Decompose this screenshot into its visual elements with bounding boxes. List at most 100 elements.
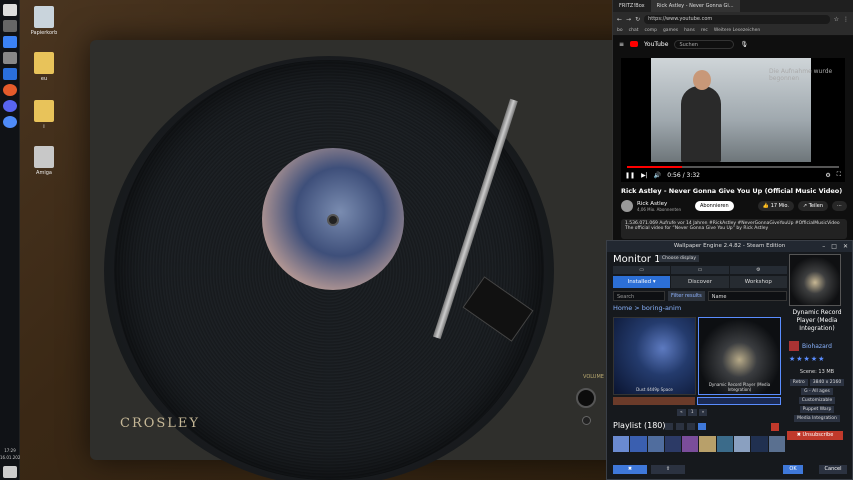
sort-dropdown[interactable]: Name	[707, 291, 787, 301]
search-input[interactable]: Search	[613, 291, 665, 301]
display-mode-icon[interactable]: ▭	[613, 266, 671, 274]
desktop-icon-folder-i[interactable]: i	[24, 100, 64, 130]
bookmark-item[interactable]: bo	[617, 28, 623, 33]
settings-icon[interactable]: ⚙	[729, 266, 787, 274]
cancel-button[interactable]: Cancel	[819, 465, 847, 474]
playlist-thumb[interactable]	[613, 436, 630, 452]
discord-icon[interactable]	[3, 100, 17, 112]
desktop-icon-recycle-bin[interactable]: Papierkorb	[24, 6, 64, 36]
video-player[interactable]: Die Aufnahme wurde begonnen ❚❚ ▶| 🔊 0:56…	[621, 58, 845, 182]
bookmark-item[interactable]: rec	[701, 28, 708, 33]
search-icon[interactable]	[3, 20, 17, 32]
add-icon[interactable]	[698, 423, 706, 430]
youtube-logo-icon[interactable]	[630, 41, 639, 47]
trash-icon[interactable]	[771, 423, 779, 431]
folder-icon[interactable]	[665, 423, 673, 430]
back-icon[interactable]: ←	[617, 16, 622, 23]
tab-youtube[interactable]: Rick Astley - Never Gonna Gi...	[650, 0, 740, 12]
firefox-icon[interactable]	[3, 84, 17, 96]
author-avatar[interactable]	[789, 341, 799, 351]
hamburger-icon[interactable]: ≡	[619, 41, 624, 48]
close-icon[interactable]: ✕	[843, 241, 848, 252]
tag[interactable]: Customizable	[798, 397, 836, 404]
playlist-thumb[interactable]	[630, 436, 647, 452]
browser-icon[interactable]	[3, 116, 17, 128]
youtube-logo-text[interactable]: YouTube	[644, 41, 668, 48]
wallpaper-preview	[789, 254, 841, 306]
channel-avatar[interactable]	[621, 200, 633, 212]
page-next[interactable]: »	[698, 409, 708, 416]
more-button[interactable]: ⋯	[832, 201, 847, 211]
video-progress-bar[interactable]	[627, 166, 839, 168]
notification-icon[interactable]	[3, 466, 17, 478]
workshop-icon[interactable]: ✖	[613, 465, 647, 474]
minimize-icon[interactable]: –	[822, 241, 825, 252]
bookmark-item[interactable]: hans	[684, 28, 695, 33]
settings-icon[interactable]: ⚙	[825, 172, 830, 179]
playlist-thumb[interactable]	[751, 436, 768, 452]
breadcrumb[interactable]: Home > boring-anim	[613, 304, 681, 312]
tag[interactable]: 3840 x 2160	[809, 379, 845, 386]
monitor-icon[interactable]: ▭	[671, 266, 729, 274]
files-icon[interactable]	[3, 36, 17, 48]
like-button[interactable]: 👍 17 Mio.	[757, 201, 794, 211]
subscribe-button[interactable]: Abonnieren	[695, 201, 734, 211]
desktop-icon-folder-eu[interactable]: eu	[24, 52, 64, 82]
unsubscribe-button[interactable]: ✖ Unsubscribe	[787, 431, 843, 440]
wallpaper-size: Scene: 13 MB	[799, 369, 835, 375]
next-icon[interactable]: ▶|	[641, 172, 648, 179]
pause-icon[interactable]: ❚❚	[625, 172, 635, 179]
share-button[interactable]: ↗ Teilen	[797, 201, 828, 211]
tag[interactable]: G - All ages	[801, 388, 833, 395]
playlist-thumb[interactable]	[716, 436, 734, 452]
menu-icon[interactable]: ⋮	[843, 16, 849, 23]
tag[interactable]: Puppet Warp	[799, 406, 835, 413]
url-bar[interactable]: https://www.youtube.com	[644, 14, 830, 24]
start-icon[interactable]	[3, 4, 17, 16]
upload-icon[interactable]: ⇪	[651, 465, 685, 474]
playlist-thumb[interactable]	[682, 436, 699, 452]
ok-button[interactable]: OK	[783, 465, 803, 474]
forward-icon[interactable]: →	[626, 16, 631, 23]
wallpaper-item[interactable]	[697, 397, 781, 405]
maximize-icon[interactable]: □	[831, 241, 837, 252]
author-name[interactable]: Biohazard	[802, 343, 832, 350]
save-icon[interactable]	[676, 423, 684, 430]
playlist-thumb[interactable]	[647, 436, 664, 452]
tag[interactable]: Retro	[789, 379, 808, 386]
link-icon[interactable]	[687, 423, 695, 430]
desktop-icon-amiga[interactable]: Amiga	[24, 146, 64, 176]
video-description[interactable]: 1.536.071.069 Aufrufe vor 14 Jahren #Ric…	[621, 219, 847, 239]
page-prev[interactable]: «	[677, 409, 686, 416]
page-current[interactable]: 1	[687, 409, 697, 416]
star-icon[interactable]: ☆	[834, 16, 839, 23]
playlist-thumb[interactable]	[664, 436, 682, 452]
playlist-thumb[interactable]	[699, 436, 716, 452]
playlist-thumbnails	[613, 436, 785, 452]
reload-icon[interactable]: ↻	[635, 16, 640, 23]
bookmark-item[interactable]: comp	[644, 28, 656, 33]
clock-time[interactable]: 17:29	[0, 448, 20, 453]
volume-icon[interactable]: 🔊	[654, 172, 661, 179]
wallpaper-item-selected[interactable]: Dynamic Record Player (Media Integration…	[698, 317, 781, 395]
app-icon[interactable]	[3, 52, 17, 64]
playlist-thumb[interactable]	[768, 436, 785, 452]
bookmark-item[interactable]: games	[663, 28, 678, 33]
choose-display-button[interactable]: Choose display	[659, 255, 700, 262]
steam-icon[interactable]	[3, 68, 17, 80]
wallpaper-item[interactable]	[613, 397, 695, 405]
mic-icon[interactable]: 🎙	[740, 41, 748, 48]
clock-date[interactable]: 16.01.2024	[0, 455, 23, 460]
tag[interactable]: Media Integration	[794, 415, 840, 422]
tab-installed[interactable]: Installed ▾	[613, 276, 671, 288]
filter-results-button[interactable]: Filter results	[668, 291, 705, 301]
tab-fritzbox[interactable]: FRITZ!Box	[613, 0, 651, 12]
youtube-search-input[interactable]: Suchen	[674, 39, 735, 49]
fullscreen-icon[interactable]: ⛶	[837, 171, 841, 179]
playlist-thumb[interactable]	[734, 436, 751, 452]
bookmark-item[interactable]: chat	[629, 28, 639, 33]
bookmark-item[interactable]: Weitere Lesezeichen	[714, 28, 760, 33]
wallpaper-item[interactable]: Dust 4449p Space	[613, 317, 696, 395]
tab-workshop[interactable]: Workshop	[729, 276, 787, 288]
tab-discover[interactable]: Discover	[671, 276, 729, 288]
